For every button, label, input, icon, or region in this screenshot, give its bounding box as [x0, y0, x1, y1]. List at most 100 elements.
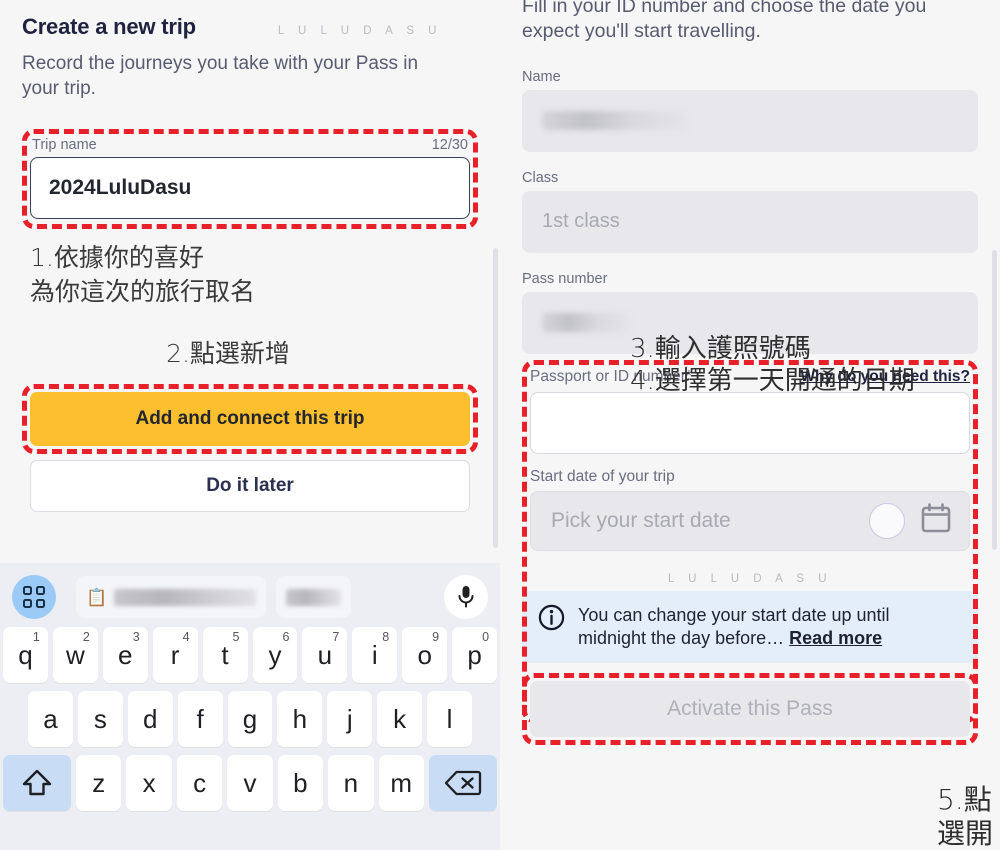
- keyboard-row-2: a s d f g h j k l: [0, 691, 500, 747]
- watermark-right: L U L U D A S U: [667, 572, 833, 585]
- key-y-label: y: [268, 639, 282, 670]
- key-r-sup: 4: [182, 630, 190, 644]
- title-row: Create a new trip L U L U D A S U: [22, 0, 478, 40]
- key-t[interactable]: t5: [202, 627, 248, 683]
- microphone-icon[interactable]: [444, 575, 488, 619]
- why-do-you-need-this-link[interactable]: Why do you need this?: [800, 368, 970, 386]
- keyboard-row-3: z x c v b n m: [0, 755, 500, 811]
- right-panel-scrollbar[interactable]: [992, 250, 997, 550]
- key-q[interactable]: q1: [2, 627, 48, 683]
- key-n[interactable]: n: [328, 755, 374, 811]
- key-s[interactable]: s: [77, 691, 123, 747]
- right-panel-activate-pass: Fill in your ID number and choose the da…: [500, 0, 1000, 850]
- key-p[interactable]: p0: [452, 627, 498, 683]
- key-g[interactable]: g: [227, 691, 273, 747]
- info-circle-icon: [538, 604, 565, 636]
- key-i[interactable]: i8: [352, 627, 398, 683]
- key-u[interactable]: u7: [302, 627, 348, 683]
- calendar-icon[interactable]: [919, 501, 953, 541]
- primary-button-block: Add and connect this trip: [22, 384, 478, 455]
- passport-input[interactable]: [530, 391, 970, 454]
- read-more-link[interactable]: Read more: [789, 628, 882, 648]
- keyboard-row-1: q1 w2 e3 r4 t5 y6 u7 i8 o9 p0: [0, 627, 500, 683]
- activate-this-pass-button[interactable]: Activate this Pass: [530, 681, 970, 738]
- key-y-sup: 6: [282, 630, 290, 644]
- pass-number-field: [522, 291, 978, 354]
- key-j[interactable]: j: [327, 691, 373, 747]
- class-field: 1st class: [522, 190, 978, 253]
- suggestion-chips: 📋: [66, 576, 434, 618]
- key-k[interactable]: k: [377, 691, 423, 747]
- suggestion-text-blurred-2: [286, 588, 341, 606]
- key-q-sup: 1: [32, 630, 40, 644]
- keyboard-suggestion-bar: 📋: [0, 571, 500, 623]
- key-f[interactable]: f: [177, 691, 223, 747]
- name-field-group: Name: [522, 69, 978, 152]
- class-label: Class: [522, 169, 559, 186]
- app-screenshot: Create a new trip L U L U D A S U Record…: [0, 0, 1000, 850]
- key-o-label: o: [417, 639, 432, 670]
- passport-field-group: Passport or ID number* Why do you need t…: [522, 359, 978, 723]
- key-e-label: e: [118, 639, 133, 670]
- key-d[interactable]: d: [127, 691, 173, 747]
- key-w-sup: 2: [82, 630, 90, 644]
- key-w[interactable]: w2: [52, 627, 98, 683]
- key-y[interactable]: y6: [252, 627, 298, 683]
- start-date-picker[interactable]: Pick your start date: [530, 490, 970, 551]
- key-l[interactable]: l: [427, 691, 473, 747]
- key-z[interactable]: z: [76, 755, 122, 811]
- key-m[interactable]: m: [378, 755, 424, 811]
- left-panel-create-trip: Create a new trip L U L U D A S U Record…: [0, 0, 500, 850]
- key-b[interactable]: b: [277, 755, 324, 811]
- pass-number-value-blurred: [542, 313, 630, 333]
- key-e-sup: 3: [132, 630, 140, 644]
- left-panel-content: Create a new trip L U L U D A S U Record…: [0, 0, 500, 513]
- suggestion-chip-2[interactable]: [276, 576, 351, 618]
- trip-name-counter: 12/30: [431, 137, 468, 154]
- pass-number-field-group: Pass number: [522, 271, 978, 354]
- clipboard-icon: 📋: [86, 587, 108, 607]
- trip-name-block: Trip name 12/30 2024LuluDasu: [22, 129, 478, 230]
- start-date-info-banner: You can change your start date up until …: [522, 590, 978, 664]
- calendar-glyph: [921, 502, 951, 532]
- do-it-later-button[interactable]: Do it later: [30, 460, 470, 513]
- info-glyph: [538, 604, 565, 630]
- suggestion-text-blurred: [114, 588, 256, 606]
- trip-name-label: Trip name: [32, 137, 97, 154]
- name-field: [522, 89, 978, 152]
- page-title: Create a new trip: [22, 14, 196, 39]
- app-grid-icon[interactable]: [12, 575, 56, 619]
- trip-name-header: Trip name 12/30: [30, 137, 470, 157]
- key-i-label: i: [371, 639, 378, 670]
- left-panel-scrollbar[interactable]: [493, 248, 498, 548]
- passport-label: Passport or ID number*: [530, 367, 692, 385]
- clipboard-suggestion-chip[interactable]: 📋: [76, 576, 266, 618]
- key-p-sup: 0: [482, 630, 490, 644]
- key-u-sup: 7: [332, 630, 340, 644]
- microphone-glyph: [458, 586, 474, 608]
- key-r[interactable]: r4: [152, 627, 198, 683]
- key-u-label: u: [317, 639, 333, 670]
- annotation-step-2: 2.點選新增: [166, 339, 290, 369]
- backspace-delete-icon[interactable]: [428, 755, 497, 811]
- key-o[interactable]: o9: [402, 627, 448, 683]
- key-x[interactable]: x: [126, 755, 172, 811]
- shift-up-arrow-icon[interactable]: [3, 755, 72, 811]
- add-and-connect-trip-button[interactable]: Add and connect this trip: [30, 392, 470, 447]
- key-a[interactable]: a: [28, 691, 73, 747]
- shift-glyph: [22, 769, 52, 796]
- trip-name-input[interactable]: 2024LuluDasu: [30, 157, 470, 220]
- key-w-label: w: [65, 639, 85, 670]
- key-r-label: r: [170, 639, 180, 670]
- watermark-left: L U L U D A S U: [277, 25, 442, 37]
- key-e[interactable]: e3: [102, 627, 148, 683]
- key-v[interactable]: v: [227, 755, 273, 811]
- passport-header: Passport or ID number* Why do you need t…: [530, 368, 970, 386]
- class-field-group: Class 1st class: [522, 170, 978, 253]
- key-c[interactable]: c: [176, 755, 223, 811]
- start-date-label: Start date of your trip: [530, 467, 675, 485]
- key-q-label: q: [18, 639, 33, 670]
- key-p-label: p: [467, 639, 482, 670]
- key-h[interactable]: h: [277, 691, 323, 747]
- key-t-label: t: [221, 639, 229, 670]
